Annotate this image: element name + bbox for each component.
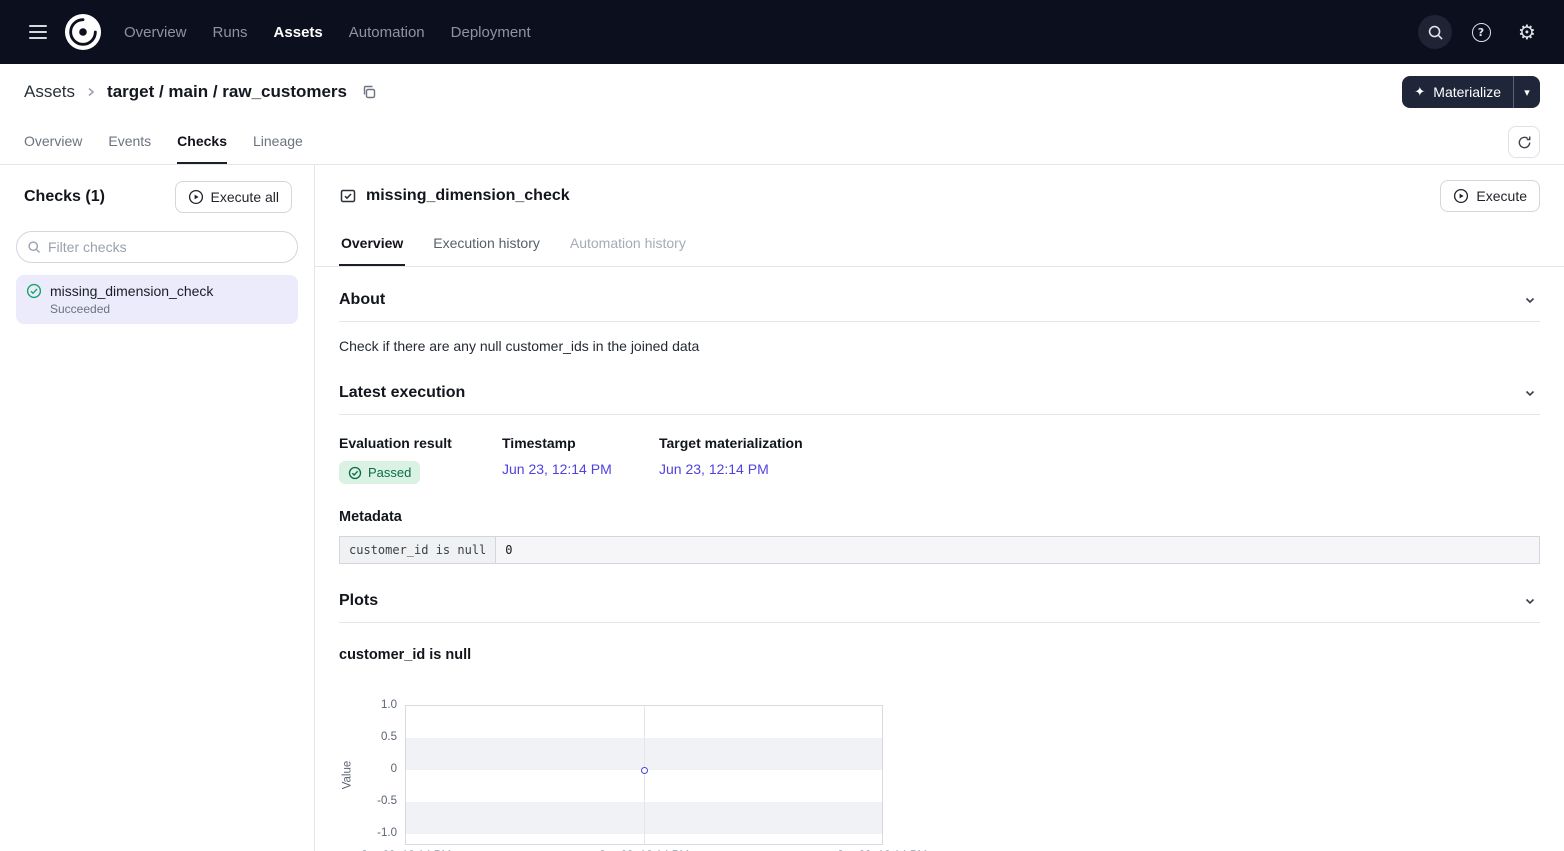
latest-execution-section-header: Latest execution	[339, 356, 1540, 415]
col-timestamp: Timestamp	[502, 435, 659, 451]
passed-status-badge: Passed	[339, 461, 420, 484]
metadata-key: customer_id is null	[340, 536, 496, 563]
tab-automation-history[interactable]: Automation history	[568, 226, 688, 266]
col-evaluation-result: Evaluation result	[339, 435, 502, 451]
chevron-down-icon[interactable]	[1520, 385, 1540, 401]
content-split: Checks (1) Execute all	[0, 165, 1564, 851]
plots-heading: Plots	[339, 592, 378, 610]
y-tick: 0.5	[381, 731, 397, 743]
tab-events[interactable]: Events	[108, 120, 151, 164]
settings-gear-icon[interactable]: ⚙	[1510, 15, 1544, 49]
check-detail-header: missing_dimension_check Execute	[315, 165, 1564, 226]
search-icon[interactable]	[1418, 15, 1452, 49]
filter-checks-input[interactable]	[16, 231, 298, 263]
y-axis-ticks: 1.0 0.5 0 -0.5 -1.0	[359, 705, 405, 845]
latest-execution-grid: Evaluation result Timestamp Target mater…	[339, 435, 1540, 485]
breadcrumb-assets-link[interactable]: Assets	[24, 82, 75, 102]
nav-item-deployment[interactable]: Deployment	[451, 24, 531, 41]
app-window: Overview Runs Assets Automation Deployme…	[0, 0, 1564, 851]
execute-all-button[interactable]: Execute all	[175, 181, 292, 213]
materialize-dropdown-caret-icon[interactable]: ▾	[1513, 76, 1540, 108]
check-detail: missing_dimension_check Execute Overview…	[315, 165, 1564, 851]
asset-tabs: Overview Events Checks Lineage	[0, 120, 1564, 165]
passed-label: Passed	[368, 465, 411, 480]
hamburger-menu-icon[interactable]	[20, 14, 56, 50]
y-axis-label: Value	[341, 760, 353, 789]
plot-area: Jun 23, 12:14 PM Jun 23, 12:14 PM Jun 23…	[405, 705, 883, 845]
nav-item-overview[interactable]: Overview	[124, 24, 187, 41]
tab-check-overview[interactable]: Overview	[339, 226, 405, 266]
breadcrumb: Assets target / main / raw_customers	[24, 82, 377, 102]
nav-item-automation[interactable]: Automation	[349, 24, 425, 41]
breadcrumb-row: Assets target / main / raw_customers ✦ M…	[0, 64, 1564, 120]
execute-label: Execute	[1476, 188, 1527, 204]
check-description: Check if there are any null customer_ids…	[339, 338, 1540, 354]
play-circle-icon	[188, 189, 204, 205]
filter-checks-field	[16, 231, 298, 263]
plot-title: customer_id is null	[339, 647, 1540, 663]
help-icon[interactable]: ?	[1464, 15, 1498, 49]
checks-panel-header: Checks (1) Execute all	[16, 181, 298, 213]
check-success-icon	[348, 466, 362, 480]
timestamp-link[interactable]: Jun 23, 12:14 PM	[502, 461, 612, 477]
chevron-down-icon[interactable]	[1520, 593, 1540, 609]
asset-key-path: target / main / raw_customers	[107, 82, 347, 102]
data-point	[641, 767, 648, 774]
metadata-table: customer_id is null 0	[339, 536, 1540, 564]
check-status: Succeeded	[50, 302, 288, 316]
check-list-item[interactable]: missing_dimension_check Succeeded	[16, 275, 298, 324]
grid-line-vertical	[644, 706, 645, 844]
y-tick: 1.0	[381, 699, 397, 711]
tab-execution-history[interactable]: Execution history	[431, 226, 542, 266]
nav-item-assets[interactable]: Assets	[274, 24, 323, 41]
about-heading: About	[339, 291, 385, 309]
checks-panel: Checks (1) Execute all	[0, 165, 315, 851]
check-success-icon	[26, 283, 42, 299]
tab-checks[interactable]: Checks	[177, 120, 227, 164]
tab-lineage[interactable]: Lineage	[253, 120, 303, 164]
metadata-row: customer_id is null 0	[340, 536, 1540, 563]
sparkle-icon: ✦	[1414, 85, 1425, 100]
metadata-heading: Metadata	[339, 509, 1540, 525]
y-axis-label-column: Value	[341, 705, 359, 845]
nav-item-runs[interactable]: Runs	[213, 24, 248, 41]
refresh-icon[interactable]	[1508, 126, 1540, 158]
asset-check-icon	[339, 187, 357, 205]
check-detail-body: About Check if there are any null custom…	[315, 267, 1564, 851]
check-detail-title: missing_dimension_check	[366, 187, 570, 205]
main-nav: Overview Runs Assets Automation Deployme…	[124, 24, 531, 41]
check-value-chart: Value 1.0 0.5 0 -0.5 -1.0 Jun 23, 12:14 …	[341, 705, 1540, 845]
target-materialization-link[interactable]: Jun 23, 12:14 PM	[659, 461, 769, 477]
check-name: missing_dimension_check	[50, 283, 213, 299]
copy-icon[interactable]	[361, 84, 377, 100]
materialize-split-button: ✦ Materialize ▾	[1402, 76, 1540, 108]
search-icon	[27, 240, 41, 254]
tab-overview[interactable]: Overview	[24, 120, 82, 164]
plots-section-header: Plots	[339, 564, 1540, 623]
materialize-label: Materialize	[1433, 84, 1501, 100]
chevron-right-icon	[85, 86, 97, 98]
about-section-header: About	[339, 267, 1540, 322]
checks-count-title: Checks (1)	[24, 188, 105, 206]
latest-execution-heading: Latest execution	[339, 384, 465, 402]
check-detail-tabs: Overview Execution history Automation hi…	[315, 226, 1564, 267]
play-circle-icon	[1453, 188, 1469, 204]
y-tick: -1.0	[377, 827, 397, 839]
execute-button[interactable]: Execute	[1440, 180, 1540, 212]
materialize-button[interactable]: ✦ Materialize	[1402, 76, 1513, 108]
dagster-logo[interactable]	[64, 13, 102, 51]
metadata-value: 0	[496, 536, 1540, 563]
col-target-materialization: Target materialization	[659, 435, 1540, 451]
top-nav-actions: ? ⚙	[1418, 15, 1544, 49]
top-nav: Overview Runs Assets Automation Deployme…	[0, 0, 1564, 64]
y-tick: 0	[391, 763, 397, 775]
execute-all-label: Execute all	[211, 189, 279, 205]
chevron-down-icon[interactable]	[1520, 292, 1540, 308]
y-tick: -0.5	[377, 795, 397, 807]
